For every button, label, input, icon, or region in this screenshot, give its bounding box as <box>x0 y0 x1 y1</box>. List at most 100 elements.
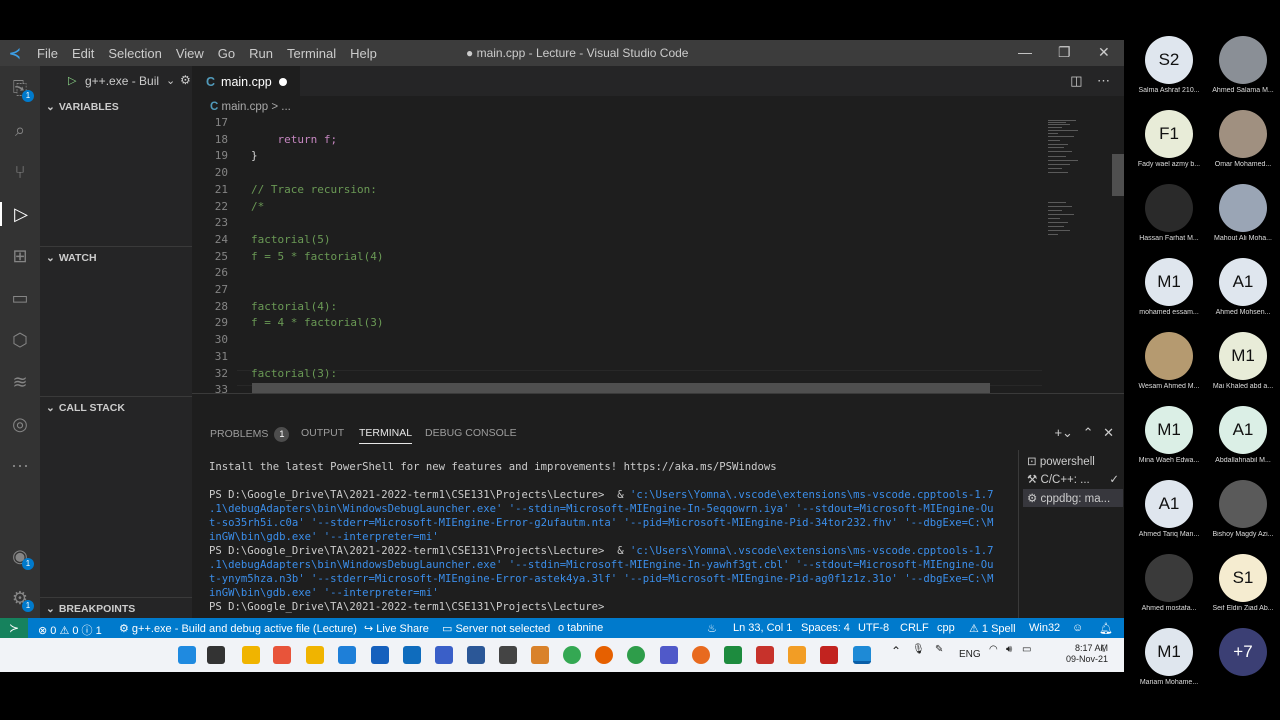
minimap[interactable] <box>1042 116 1114 393</box>
code-line[interactable]: /* <box>251 200 264 213</box>
close-icon[interactable]: ✕ <box>1098 44 1110 61</box>
code-line[interactable]: return f; <box>251 133 337 146</box>
more-actions-icon[interactable]: ⋯ <box>1097 73 1110 88</box>
code-view[interactable]: 17 18 return f; 19} 20 21 // Trace recursion:… <box>192 116 1042 413</box>
maximize-panel-icon[interactable]: ⌃ <box>1083 425 1094 440</box>
chevron-down-icon[interactable]: ⌄ <box>166 74 175 87</box>
menu-selection[interactable]: Selection <box>108 46 161 61</box>
start-icon[interactable] <box>178 646 196 664</box>
close-panel-icon[interactable]: ✕ <box>1103 425 1114 440</box>
docker-icon[interactable]: ≋ <box>8 370 32 394</box>
code-line[interactable]: f = 5 * factorial(4) <box>251 250 383 263</box>
terminal-output[interactable]: Install the latest PowerShell for new fe… <box>209 460 1009 614</box>
terminal-item-cpp[interactable]: ⚒ C/C++: ... ✓ <box>1023 470 1123 488</box>
more-icon[interactable]: ⋯ <box>8 454 32 478</box>
app-icon[interactable] <box>756 646 774 664</box>
microphone-icon[interactable]: 🎙︎ <box>912 644 925 655</box>
pen-icon[interactable]: ✎ <box>935 644 943 655</box>
participant-tile[interactable]: F1 Fady wael azmy b... <box>1130 110 1208 168</box>
mail-icon[interactable] <box>371 646 389 664</box>
code-line[interactable]: factorial(5) <box>251 233 330 246</box>
status-live-share[interactable]: ↪ Live Share <box>364 622 429 635</box>
battery-icon[interactable]: ▭ <box>1022 644 1031 655</box>
gitlens-icon[interactable]: ◎ <box>8 412 32 436</box>
source-control-icon[interactable]: ⑂ <box>8 160 32 184</box>
participant-tile[interactable]: Bishoy Magdy Azi... <box>1204 480 1280 538</box>
participant-tile[interactable]: M1 Mariam Mohame... <box>1130 628 1208 686</box>
watch-section[interactable]: WATCH <box>46 252 97 264</box>
participant-tile[interactable]: M1 mohamed essam... <box>1130 258 1208 316</box>
participant-tile[interactable]: S2 Salma Ashraf 210... <box>1130 36 1208 94</box>
status-problems[interactable]: ⊗ 0 ⚠ 0 ⓘ 1 <box>38 622 102 638</box>
call-stack-section[interactable]: CALL STACK <box>46 402 125 414</box>
file-explorer-icon[interactable] <box>242 646 260 664</box>
status-tabnine[interactable]: o tabnine <box>558 622 603 634</box>
teams-icon[interactable] <box>660 646 678 664</box>
tab-terminal[interactable]: TERMINAL <box>359 427 413 444</box>
participant-tile[interactable]: A1 Abdallahnabil M... <box>1204 406 1280 464</box>
code-line[interactable]: // Trace recursion: <box>251 183 377 196</box>
variables-section[interactable]: VARIABLES <box>46 101 119 113</box>
notifications-icon[interactable]: 🔔︎ <box>1099 622 1113 635</box>
search-icon[interactable]: ⌕ <box>8 118 32 142</box>
notification-center-icon[interactable]: ☾ <box>1100 644 1109 655</box>
menu-terminal[interactable]: Terminal <box>287 46 336 61</box>
flame-icon[interactable]: ♨ <box>707 622 717 635</box>
menu-help[interactable]: Help <box>350 46 377 61</box>
language-indicator[interactable]: ENG <box>959 649 981 660</box>
chrome-icon[interactable] <box>563 646 581 664</box>
extensions-icon[interactable]: ⊞ <box>8 244 32 268</box>
debug-config-select[interactable]: g++.exe - Buil <box>85 74 159 88</box>
status-spaces[interactable]: Spaces: 4 <box>801 622 850 634</box>
live-share-icon[interactable]: ⬡ <box>8 328 32 352</box>
participant-tile[interactable]: A1 Ahmed Mohsen... <box>1204 258 1280 316</box>
vertical-scrollbar[interactable] <box>1112 154 1124 196</box>
tab-main-cpp[interactable]: Cmain.cpp <box>192 66 300 96</box>
horizontal-scrollbar[interactable] <box>252 383 990 393</box>
participant-tile[interactable]: Omar Mohamed... <box>1204 110 1280 168</box>
participant-tile[interactable]: Hassan Farhat M... <box>1130 184 1208 242</box>
menu-run[interactable]: Run <box>249 46 273 61</box>
status-spell[interactable]: ⚠ 1 Spell <box>969 622 1016 635</box>
tray-overflow-icon[interactable]: ⌃ <box>891 644 901 658</box>
sublime-icon[interactable] <box>531 646 549 664</box>
status-platform[interactable]: Win32 <box>1029 622 1060 634</box>
run-debug-icon[interactable]: ▷ <box>0 202 40 226</box>
menu-file[interactable]: File <box>37 46 58 61</box>
participant-tile[interactable]: Mahout Ali Moha... <box>1204 184 1280 242</box>
restore-icon[interactable]: ❐ <box>1058 44 1071 61</box>
calculator-icon[interactable] <box>338 646 356 664</box>
app-icon[interactable] <box>788 646 806 664</box>
sync-icon[interactable] <box>627 646 645 664</box>
whiteboard-icon[interactable] <box>435 646 453 664</box>
unsaved-dot-icon[interactable] <box>279 78 287 86</box>
tab-problems[interactable]: PROBLEMS 1 <box>210 427 290 442</box>
terminal-item-cppdbg[interactable]: ⚙ cppdbg: ma... <box>1023 489 1123 507</box>
menu-go[interactable]: Go <box>218 46 235 61</box>
debug-settings-icon[interactable]: ⚙ <box>180 73 191 87</box>
tab-output[interactable]: OUTPUT <box>301 427 344 439</box>
breakpoints-section[interactable]: BREAKPOINTS <box>46 603 135 615</box>
participant-tile[interactable]: +7 <box>1204 628 1280 679</box>
participant-tile[interactable]: S1 Seif Eldin Ziad Ab... <box>1204 554 1280 612</box>
new-terminal-icon[interactable]: +⌄ <box>1054 425 1072 440</box>
participant-tile[interactable]: Ahmed Salama M... <box>1204 36 1280 94</box>
status-debug-config[interactable]: ⚙ g++.exe - Build and debug active file … <box>119 622 357 635</box>
status-encoding[interactable]: UTF-8 <box>858 622 889 634</box>
task-view-icon[interactable] <box>207 646 225 664</box>
start-debugging-icon[interactable]: ▷ <box>68 74 76 87</box>
split-editor-icon[interactable]: ◫ <box>1070 73 1082 88</box>
firefox-icon[interactable] <box>595 646 613 664</box>
folder-icon[interactable] <box>306 646 324 664</box>
participant-tile[interactable]: Ahmed mostafa... <box>1130 554 1208 612</box>
status-eol[interactable]: CRLF <box>900 622 929 634</box>
powerpoint-icon[interactable] <box>273 646 291 664</box>
menu-view[interactable]: View <box>176 46 204 61</box>
participant-tile[interactable]: M1 Mai Khaled abd a... <box>1204 332 1280 390</box>
volume-icon[interactable]: 🔊︎ <box>1006 644 1012 655</box>
menu-edit[interactable]: Edit <box>72 46 94 61</box>
acrobat-icon[interactable] <box>820 646 838 664</box>
participant-tile[interactable]: A1 Ahmed Tariq Man... <box>1130 480 1208 538</box>
code-line[interactable]: factorial(4): <box>251 300 337 313</box>
minimize-icon[interactable]: — <box>1018 44 1032 60</box>
